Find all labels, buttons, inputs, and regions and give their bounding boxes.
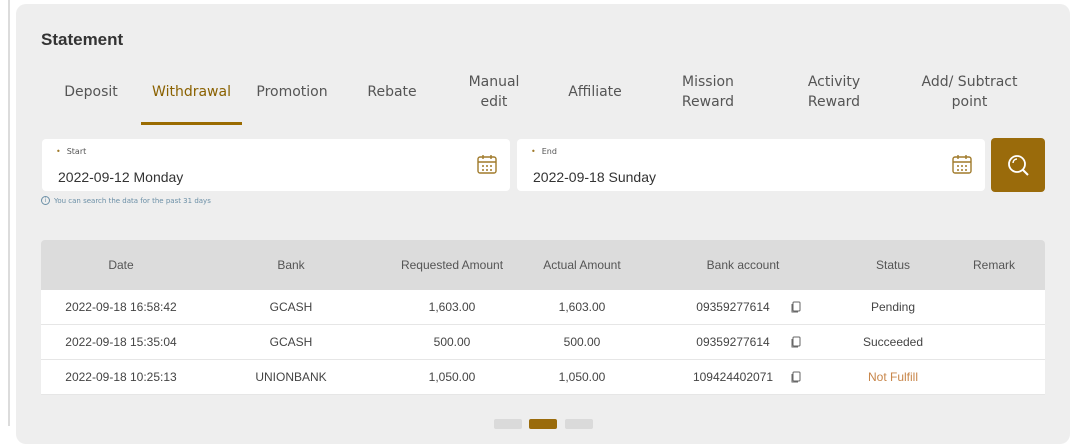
end-date-label: End [541, 147, 557, 156]
cell-requested-amount: 1,050.00 [428, 370, 476, 384]
hint-text: You can search the data for the past 31 … [54, 196, 211, 205]
cell-bank-account: 09359277614 [696, 335, 770, 349]
pagination-next[interactable] [565, 419, 593, 429]
tab-deposit[interactable]: Deposit [41, 58, 141, 126]
table-row: 2022-09-18 10:25:13 UNIONBANK 1,050.00 1… [41, 360, 1045, 395]
date-range-hint: i You can search the data for the past 3… [41, 196, 211, 205]
header-date: Date [108, 258, 134, 272]
table-header: Date Bank Requested Amount Actual Amount… [41, 240, 1045, 290]
statement-tabs: Deposit Withdrawal Promotion Rebate Manu… [41, 58, 1045, 126]
calendar-icon[interactable] [476, 153, 498, 175]
left-panel-edge [8, 0, 10, 426]
cell-date: 2022-09-18 10:25:13 [65, 370, 177, 384]
page-title: Statement [41, 30, 124, 49]
pagination-prev[interactable] [494, 419, 522, 429]
cell-date: 2022-09-18 15:35:04 [65, 335, 177, 349]
cell-bank: UNIONBANK [255, 370, 327, 384]
copy-icon[interactable] [790, 371, 802, 383]
cell-status: Succeeded [862, 335, 924, 349]
tab-manual-edit[interactable]: Manual edit [443, 58, 545, 126]
header-requested-amount: Requested Amount [400, 258, 504, 272]
cell-bank-account: 109424402071 [692, 370, 774, 384]
tab-promotion[interactable]: Promotion [242, 58, 342, 126]
calendar-icon[interactable] [951, 153, 973, 175]
cell-requested-amount: 1,603.00 [428, 300, 476, 314]
end-date-label-wrap: • End [531, 147, 557, 156]
cell-status: Pending [870, 300, 916, 314]
header-bank-account: Bank account [706, 258, 780, 272]
tab-rebate[interactable]: Rebate [342, 58, 442, 126]
required-dot: • [56, 147, 61, 156]
cell-date: 2022-09-18 16:58:42 [65, 300, 177, 314]
active-tab-indicator [141, 122, 242, 125]
search-button[interactable] [991, 138, 1045, 192]
table-row: 2022-09-18 16:58:42 GCASH 1,603.00 1,603… [41, 290, 1045, 325]
tab-activity-reward[interactable]: Activity Reward [771, 58, 897, 126]
cell-bank: GCASH [269, 300, 313, 314]
header-bank: Bank [277, 258, 305, 272]
end-date-value: 2022-09-18 Sunday [533, 169, 656, 185]
cell-bank: GCASH [269, 335, 313, 349]
cell-status: Not Fulfill [867, 370, 919, 384]
tab-mission-reward[interactable]: Mission Reward [645, 58, 771, 126]
start-date-field[interactable]: • Start 2022-09-12 Monday [42, 139, 510, 191]
info-icon: i [41, 196, 50, 205]
cell-requested-amount: 500.00 [433, 335, 471, 349]
header-actual-amount: Actual Amount [543, 258, 621, 272]
copy-icon[interactable] [790, 301, 802, 313]
cell-actual-amount: 1,603.00 [558, 300, 606, 314]
pagination-page-current[interactable] [529, 419, 557, 429]
cell-actual-amount: 1,050.00 [558, 370, 606, 384]
search-icon [1008, 155, 1029, 176]
start-date-label: Start [66, 147, 87, 156]
cell-bank-account: 09359277614 [696, 300, 770, 314]
header-status: Status [875, 258, 911, 272]
start-date-value: 2022-09-12 Monday [58, 169, 184, 185]
tab-withdrawal[interactable]: Withdrawal [141, 58, 242, 126]
end-date-field[interactable]: • End 2022-09-18 Sunday [517, 139, 985, 191]
start-date-label-wrap: • Start [56, 147, 86, 156]
required-dot: • [531, 147, 536, 156]
table-row: 2022-09-18 15:35:04 GCASH 500.00 500.00 … [41, 325, 1045, 360]
copy-icon[interactable] [790, 336, 802, 348]
withdrawal-table: Date Bank Requested Amount Actual Amount… [41, 240, 1045, 395]
header-remark: Remark [972, 258, 1016, 272]
cell-actual-amount: 500.00 [563, 335, 601, 349]
tab-affiliate[interactable]: Affiliate [545, 58, 645, 126]
tab-add-subtract-point[interactable]: Add/ Subtract point [897, 58, 1042, 126]
